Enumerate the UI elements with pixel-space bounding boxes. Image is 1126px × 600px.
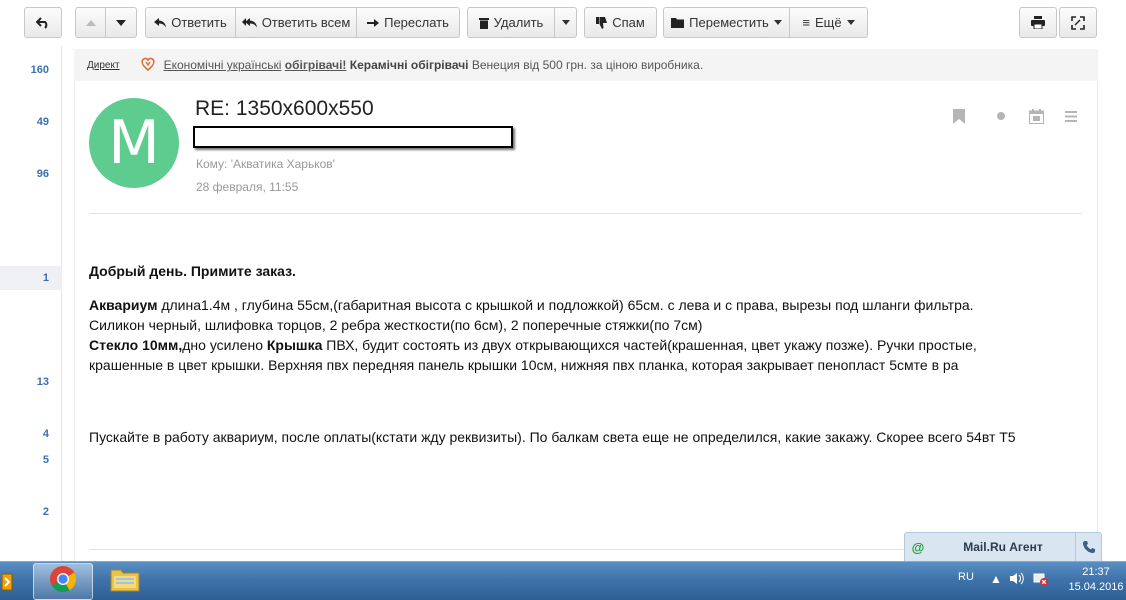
aquarium-label: Аквариум <box>89 297 158 313</box>
forward-label: Переслать <box>384 15 449 30</box>
bookmark-icon[interactable] <box>951 106 967 126</box>
folder-icon <box>110 566 140 597</box>
folder-icon <box>671 17 685 28</box>
greeting-line: Добрый день. Примите заказ. <box>89 263 296 279</box>
chevron-down-icon <box>846 20 855 25</box>
chevron-down-icon <box>773 20 782 25</box>
body-line: Стекло 10мм,дно усилено Крышка ПВХ, буди… <box>89 335 1089 355</box>
unread-dot-icon[interactable] <box>993 106 1009 126</box>
more-button[interactable]: ≡ Ещё <box>790 7 868 38</box>
more-label: Ещё <box>814 15 842 30</box>
language-indicator[interactable]: RU <box>958 571 974 583</box>
delete-group: Удалить <box>467 7 577 38</box>
printer-icon <box>1031 16 1045 29</box>
spam-label: Спам <box>612 15 645 30</box>
message-subject: RE: 1350x600x550 <box>195 97 374 120</box>
reply-group: Ответить Ответить всем Переслать <box>145 7 460 38</box>
direct-link[interactable]: Директ <box>87 60 120 71</box>
delete-dropdown-button[interactable] <box>555 7 577 38</box>
folder-count[interactable]: 5 <box>43 454 49 466</box>
trash-icon <box>478 17 489 29</box>
aquarium-text: длина1.4м , глубина 55см,(габаритная выс… <box>157 297 974 313</box>
body-line: Аквариум длина1.4м , глубина 55см,(габар… <box>89 295 1089 315</box>
triangle-up-icon <box>85 19 96 26</box>
lid-text: ПВХ, будит состоять из двух открывающихс… <box>322 337 977 353</box>
triangle-down-icon <box>116 19 126 26</box>
ad-link-bold[interactable]: обігрівачі! <box>285 58 347 72</box>
move-group: Переместить ≡ Ещё <box>663 7 868 38</box>
network-error-icon[interactable] <box>1033 572 1049 589</box>
move-button[interactable]: Переместить <box>663 7 790 38</box>
mail-agent-bar[interactable]: @ Mail.Ru Агент <box>904 532 1102 562</box>
folder-count[interactable]: 49 <box>37 116 49 128</box>
phone-icon[interactable] <box>1075 533 1101 561</box>
closing-line: Пускайте в работу аквариум, после оплаты… <box>89 429 1016 445</box>
menu-lines-icon: ≡ <box>802 15 810 30</box>
at-icon: @ <box>911 539 925 555</box>
chrome-icon <box>49 565 77 598</box>
ad-logo-icon <box>140 56 156 75</box>
folder-count[interactable]: 160 <box>31 64 49 76</box>
back-arrow-icon <box>36 16 50 29</box>
body-line: Силикон черный, шлифовка торцов, 2 ребра… <box>89 317 703 333</box>
next-message-button[interactable] <box>106 7 137 38</box>
reply-all-button[interactable]: Ответить всем <box>236 7 357 38</box>
reply-button[interactable]: Ответить <box>145 7 236 38</box>
delete-button[interactable]: Удалить <box>467 7 555 38</box>
calendar-icon[interactable] <box>1027 106 1045 126</box>
glass-text: дно усилено <box>182 337 267 353</box>
folder-count[interactable]: 96 <box>37 168 49 180</box>
recipient-line: Кому: 'Акватика Харьков' <box>196 157 335 171</box>
chevron-down-icon <box>561 20 570 25</box>
expand-button[interactable] <box>1059 7 1097 38</box>
reply-label: Ответить <box>171 15 227 30</box>
toolbar: Ответить Ответить всем Переслать Удалить <box>0 0 1126 46</box>
ad-bold-text: Керамічні обігрівачі <box>349 58 469 72</box>
spam-button[interactable]: Спам <box>584 7 657 38</box>
glass-label: Стекло 10мм, <box>89 337 183 353</box>
folder-count[interactable]: 13 <box>37 376 49 388</box>
ad-text[interactable]: Економічні українські обігрівачі! Керамі… <box>164 58 704 72</box>
ad-description: Венеция від 500 грн. за ціною виробника. <box>471 58 704 72</box>
forward-button[interactable]: Переслать <box>357 7 460 38</box>
delete-label: Удалить <box>493 15 544 30</box>
expand-icon <box>1071 15 1085 30</box>
clock-time: 21:37 <box>1082 566 1110 578</box>
folder-count[interactable]: 1 <box>43 272 49 284</box>
reply-all-icon <box>241 17 257 28</box>
nav-group <box>75 7 137 38</box>
avatar-letter: M <box>108 108 160 178</box>
forward-arrow-icon <box>367 18 380 28</box>
sender-field-redacted <box>193 126 513 148</box>
volume-icon[interactable] <box>1010 572 1024 588</box>
back-button[interactable] <box>24 7 62 38</box>
menu-icon[interactable] <box>1063 106 1079 126</box>
folder-count[interactable]: 4 <box>43 428 49 440</box>
system-clock[interactable]: 21:37 15.04.2016 <box>1068 565 1124 595</box>
ad-link[interactable]: Економічні українські <box>164 58 282 72</box>
avatar: M <box>89 98 179 188</box>
tray-expand-icon[interactable]: ▲ <box>990 572 1002 586</box>
previous-message-button[interactable] <box>75 7 106 38</box>
folder-count[interactable]: 2 <box>43 506 49 518</box>
agent-label: Mail.Ru Агент <box>963 540 1043 554</box>
thumbs-down-icon <box>596 16 608 29</box>
taskbar-chrome[interactable] <box>33 563 93 600</box>
reply-all-label: Ответить всем <box>261 15 351 30</box>
header-divider <box>89 213 1082 214</box>
taskbar-explorer[interactable] <box>106 563 144 600</box>
ad-banner: Директ Економічні українські обігрівачі!… <box>74 49 1098 81</box>
lid-label: Крышка <box>266 337 323 353</box>
message-date: 28 февраля, 11:55 <box>196 180 299 194</box>
folder-list: 160 49 96 1 13 4 5 2 <box>0 46 62 561</box>
reply-icon <box>154 17 167 28</box>
clock-date: 15.04.2016 <box>1068 581 1124 593</box>
move-label: Переместить <box>689 15 769 30</box>
body-line: крашенные в цвет крышки. Верхняя пвх пер… <box>89 357 959 373</box>
print-button[interactable] <box>1019 7 1057 38</box>
taskbar-app-icon[interactable] <box>0 563 16 600</box>
selected-folder-highlight <box>0 266 62 290</box>
message-body: Добрый день. Примите заказ. Аквариум дли… <box>89 261 1089 447</box>
